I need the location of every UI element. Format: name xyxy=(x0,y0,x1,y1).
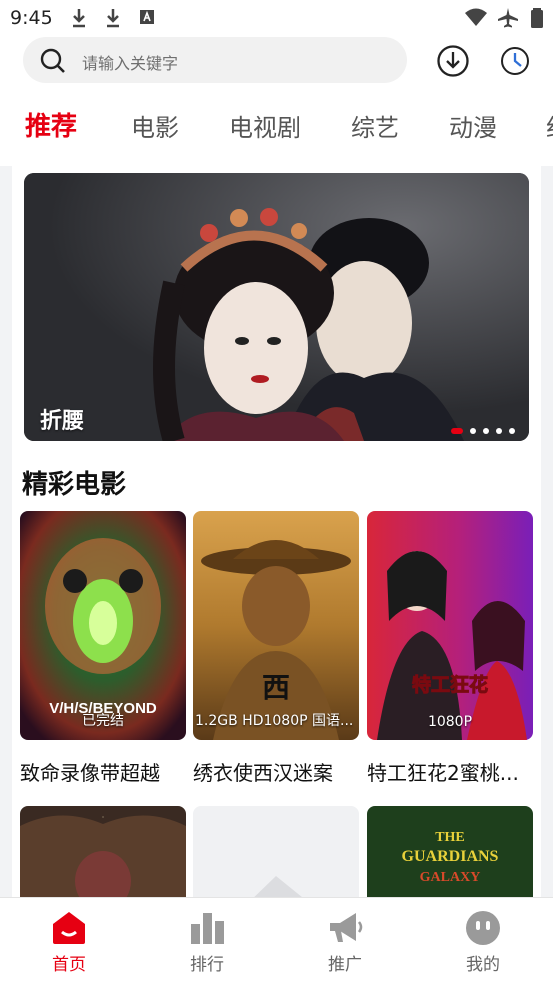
carousel-dot xyxy=(496,428,502,434)
nav-label: 我的 xyxy=(466,955,500,975)
category-tabs: 推荐 电影 电视剧 综艺 动漫 纪 xyxy=(0,88,553,166)
movie-poster: 西 1.2GB HD1080P 国语... xyxy=(193,511,359,740)
download-status-icon-2 xyxy=(107,9,119,28)
nav-promote[interactable]: 推广 xyxy=(276,898,414,983)
airplane-icon xyxy=(498,8,518,28)
megaphone-icon xyxy=(330,913,363,942)
search-bar[interactable]: 请输入关键字 xyxy=(23,37,407,83)
top-bar: 请输入关键字 xyxy=(0,36,553,88)
nav-label: 排行 xyxy=(190,955,224,975)
nav-ranking[interactable]: 排行 xyxy=(138,898,276,983)
download-button-icon[interactable] xyxy=(436,44,470,78)
tab-tv-series[interactable]: 电视剧 xyxy=(229,108,301,143)
nav-label: 推广 xyxy=(328,955,362,975)
svg-text:THE: THE xyxy=(435,830,465,845)
carousel-dot xyxy=(483,428,489,434)
download-status-icon xyxy=(73,9,85,28)
search-input[interactable]: 请输入关键字 xyxy=(82,50,178,74)
banner-image xyxy=(24,173,529,441)
tab-movies[interactable]: 电影 xyxy=(131,108,179,143)
movie-title: 特工狂花2蜜桃... xyxy=(367,761,519,785)
banner-title: 折腰 xyxy=(40,409,85,434)
carousel-dot-active xyxy=(451,428,463,434)
profile-face-icon xyxy=(466,911,500,945)
svg-text:GUARDIANS: GUARDIANS xyxy=(402,848,499,865)
movie-poster[interactable]: THE GUARDIANS GALAXY xyxy=(367,806,533,897)
movie-poster[interactable]: · xyxy=(20,806,186,897)
svg-text:·: · xyxy=(102,813,105,822)
movie-poster-placeholder[interactable] xyxy=(193,806,359,897)
section-title: 精彩电影 xyxy=(22,470,127,500)
nav-home[interactable]: 首页 xyxy=(0,898,138,983)
movie-poster: 特工狂花 1080P xyxy=(367,511,533,740)
bottom-navigation: 首页 排行 推广 我的 xyxy=(0,897,553,983)
svg-text:西: 西 xyxy=(262,671,290,704)
tab-anime[interactable]: 动漫 xyxy=(449,108,497,143)
movie-badge: 1.2GB HD1080P 国语... xyxy=(195,713,354,729)
ranking-bar-chart-icon xyxy=(191,913,224,944)
nav-mine[interactable]: 我的 xyxy=(414,898,552,983)
movie-title: 致命录像带超越 xyxy=(20,761,160,785)
carousel-dot xyxy=(509,428,515,434)
font-status-icon xyxy=(140,10,154,24)
movie-badge: 已完结 xyxy=(82,713,124,729)
nav-label: 首页 xyxy=(52,955,86,975)
carousel-dot xyxy=(470,428,476,434)
status-bar: 9:45 xyxy=(0,0,553,36)
tab-documentary[interactable]: 纪 xyxy=(546,108,553,143)
status-time: 9:45 xyxy=(10,7,53,29)
svg-text:特工狂花: 特工狂花 xyxy=(412,673,488,696)
search-icon xyxy=(40,48,65,73)
movie-poster: V/H/S/BEYOND 已完结 xyxy=(20,511,186,740)
tab-variety[interactable]: 综艺 xyxy=(351,108,399,143)
wifi-icon xyxy=(465,8,487,26)
main-content: 折腰 精彩电影 V/H/S/BEYOND 已完结 致命录像带超越 西 1.2GB… xyxy=(12,166,541,897)
banner-carousel[interactable]: 折腰 xyxy=(24,173,529,441)
movie-badge: 1080P xyxy=(427,714,473,730)
movie-title: 绣衣使西汉迷案 xyxy=(193,761,333,785)
home-icon xyxy=(53,912,85,944)
history-clock-icon[interactable] xyxy=(498,44,532,78)
tab-recommend[interactable]: 推荐 xyxy=(25,106,77,143)
svg-text:GALAXY: GALAXY xyxy=(420,870,481,885)
battery-icon xyxy=(531,8,543,28)
